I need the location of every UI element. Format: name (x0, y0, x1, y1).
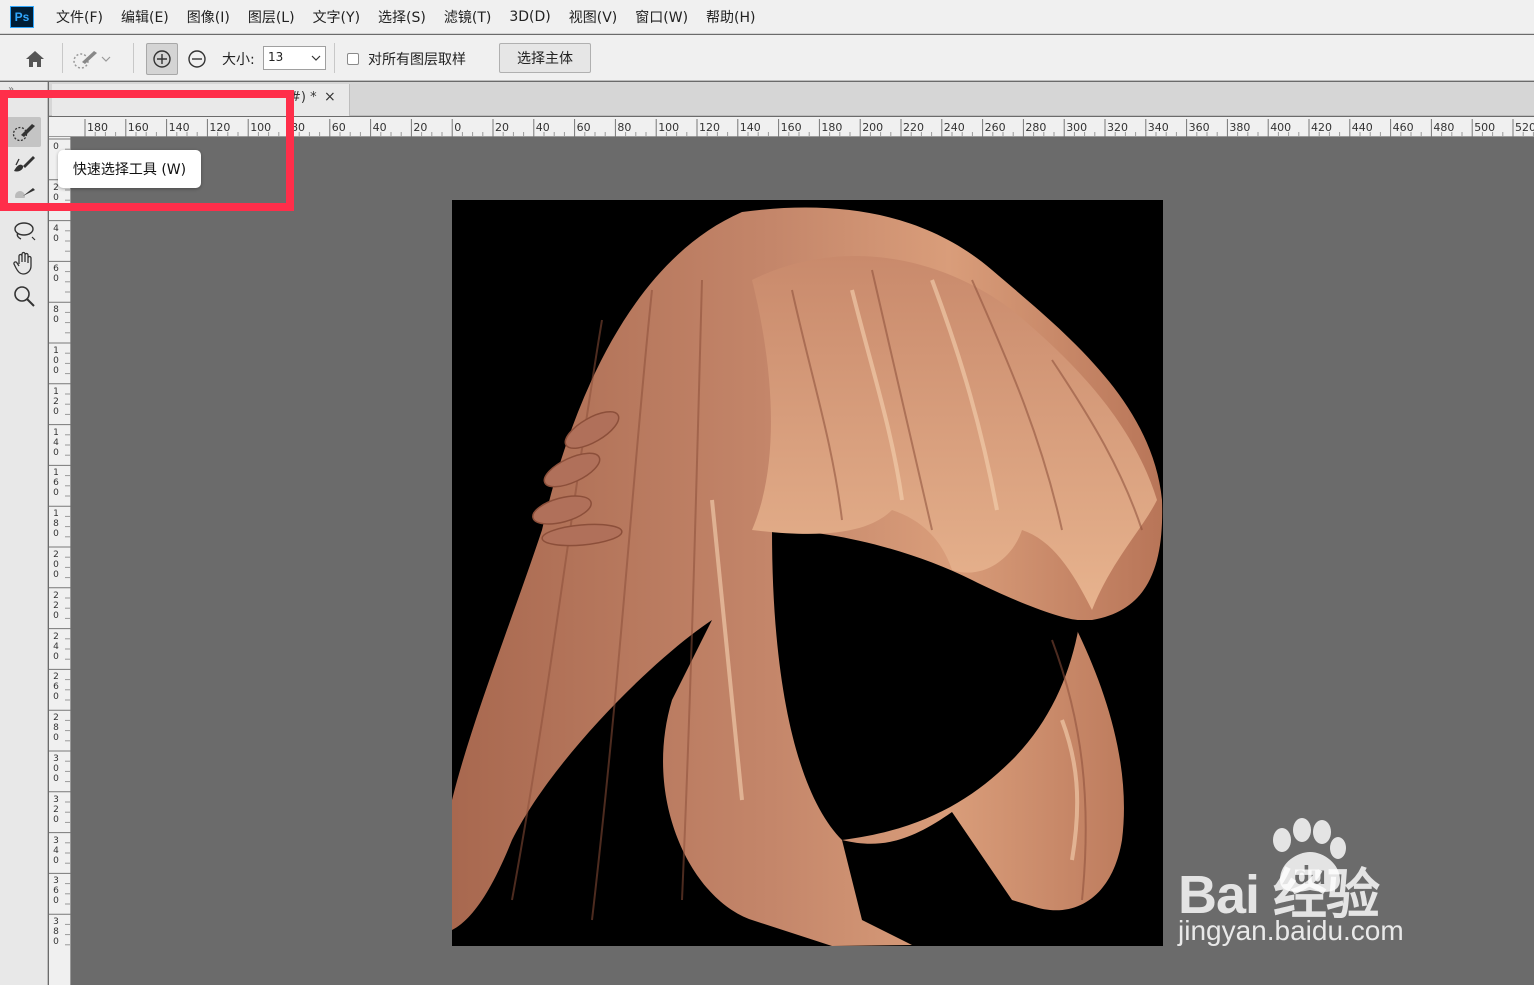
tool-tooltip: 快速选择工具 (W) (58, 150, 201, 188)
ruler-label: 80 (53, 305, 59, 326)
ruler-label: 140 (53, 427, 59, 458)
ruler-label: 20 (413, 121, 428, 134)
ruler-label: 80 (617, 121, 632, 134)
ruler-label: 320 (1107, 121, 1128, 134)
ruler-label: 60 (53, 264, 59, 285)
quick-selection-brush-icon (73, 51, 97, 69)
menu-edit[interactable]: 编辑(E) (121, 7, 169, 27)
document-canvas[interactable] (452, 200, 1163, 946)
home-button[interactable] (18, 45, 52, 73)
menu-image[interactable]: 图像(I) (187, 7, 230, 27)
watermark-url: jingyan.baidu.com (1178, 915, 1404, 946)
ruler-label: 120 (53, 386, 59, 417)
ruler-label: 280 (53, 713, 59, 744)
menu-filter[interactable]: 滤镜(T) (444, 7, 491, 27)
ruler-label: 260 (53, 672, 59, 703)
ruler-label: 360 (1188, 121, 1210, 134)
ruler-label: 160 (780, 121, 802, 134)
ruler-label: 360 (53, 876, 59, 907)
ruler-label: 240 (943, 121, 965, 134)
ruler-label: 340 (1147, 121, 1169, 134)
ruler-label: 160 (53, 468, 59, 499)
zoom-tool[interactable] (7, 281, 41, 311)
ruler-label: 180 (821, 121, 843, 134)
menu-3d[interactable]: 3D(D) (509, 9, 550, 25)
ruler-label: 200 (862, 121, 884, 134)
ruler-label: 440 (1351, 121, 1373, 134)
options-bar: 大小: 13 对所有图层取样 选择主体 (0, 35, 1534, 81)
ruler-label: 420 (1311, 121, 1332, 134)
menu-file[interactable]: 文件(F) (56, 7, 103, 27)
ruler-label: 280 (1025, 121, 1047, 134)
zoom-tool-icon (14, 286, 35, 307)
ruler-label: 200 (53, 550, 59, 580)
menu-bar: Ps 文件(F) 编辑(E) 图像(I) 图层(L) 文字(Y) 选择(S) 滤… (0, 0, 1534, 34)
ruler-label: 300 (53, 754, 59, 784)
size-label: 大小: (222, 52, 255, 68)
ruler-label: 500 (1474, 121, 1496, 134)
select-subject-button[interactable]: 选择主体 (499, 43, 591, 73)
ruler-label: 60 (576, 121, 591, 134)
ruler-label: 20 (495, 121, 509, 134)
brush-size-dropdown[interactable] (306, 46, 326, 70)
subtract-selection-icon (188, 50, 206, 68)
ruler-label: 40 (535, 121, 550, 134)
subtract-selection-button[interactable] (182, 43, 212, 75)
menu-layer[interactable]: 图层(L) (248, 7, 295, 27)
ruler-label: 220 (903, 121, 924, 134)
ruler-label: 180 (53, 509, 59, 540)
vertical-ruler[interactable]: 0204060801001201401601802002202402602803… (49, 137, 71, 985)
sample-all-layers-label: 对所有图层取样 (368, 52, 466, 68)
brush-preset-picker[interactable] (72, 45, 122, 73)
hand-tool-icon (13, 251, 32, 275)
ruler-label: 460 (1392, 121, 1414, 134)
ruler-label: 40 (53, 223, 59, 244)
hair-artwork (452, 207, 1163, 946)
ruler-label: 480 (1433, 121, 1455, 134)
ruler-label: 140 (739, 121, 761, 134)
ruler-label: 220 (53, 590, 59, 621)
ruler-label: 400 (1270, 121, 1292, 134)
lasso-tool[interactable] (7, 216, 41, 246)
menu-select[interactable]: 选择(S) (378, 7, 426, 27)
home-icon (26, 51, 44, 67)
menu-view[interactable]: 视图(V) (569, 7, 618, 27)
menu-type[interactable]: 文字(Y) (313, 7, 360, 27)
sample-all-layers-checkbox[interactable] (347, 53, 359, 65)
brush-size-input[interactable]: 13 (263, 46, 307, 70)
menu-window[interactable]: 窗口(W) (635, 7, 688, 27)
ruler-label: 260 (984, 121, 1006, 134)
ruler-label: 40 (372, 121, 387, 134)
photoshop-logo: Ps (10, 5, 34, 28)
new-selection-button[interactable] (146, 43, 178, 75)
lasso-tool-icon (14, 222, 36, 241)
ruler-label: 380 (53, 917, 59, 948)
ruler-label: 320 (53, 794, 59, 825)
ruler-label: 340 (53, 835, 59, 866)
ruler-label: 100 (53, 346, 59, 376)
chevron-down-icon (311, 55, 320, 61)
ruler-label: 0 (454, 121, 462, 134)
ruler-label: 120 (699, 121, 720, 134)
ruler-label: 520 (1515, 121, 1534, 134)
chevron-down-icon (101, 56, 111, 62)
add-selection-icon (153, 50, 171, 68)
close-tab-icon[interactable]: × (324, 89, 336, 105)
ruler-label: 240 (53, 631, 59, 662)
menu-help[interactable]: 帮助(H) (706, 7, 755, 27)
ruler-label: 60 (331, 121, 346, 134)
ruler-label: 300 (1066, 121, 1088, 134)
hand-tool[interactable] (7, 248, 41, 278)
ruler-label: 380 (1229, 121, 1251, 134)
ruler-label: 100 (658, 121, 680, 134)
